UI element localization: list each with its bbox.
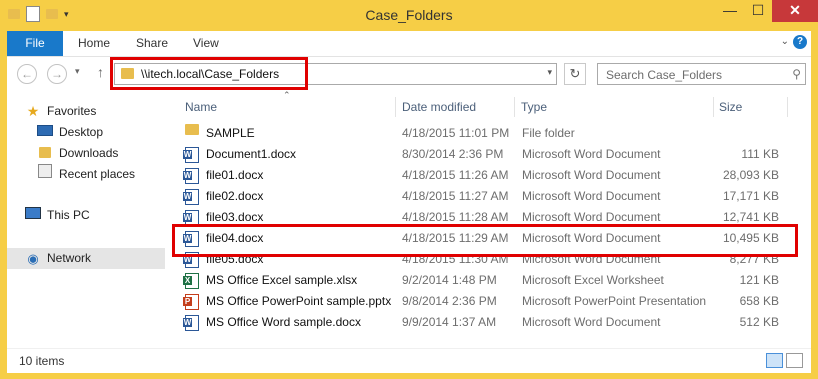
refresh-button[interactable]: ↻: [564, 63, 586, 85]
file-date: 9/2/2014 1:48 PM: [402, 273, 497, 287]
star-icon: ★: [26, 103, 40, 119]
item-count: 10 items: [19, 354, 65, 368]
column-divider[interactable]: [787, 97, 788, 117]
file-date: 4/18/2015 11:01 PM: [402, 126, 510, 140]
file-name: file02.docx: [206, 189, 264, 203]
file-size: 121 KB: [739, 273, 779, 287]
status-bar: 10 items: [7, 348, 811, 373]
close-button[interactable]: ✕: [772, 0, 818, 22]
table-row[interactable]: Wfile01.docx 4/18/2015 11:26 AM Microsoft …: [181, 165, 801, 186]
file-name: file01.docx: [206, 168, 264, 182]
expand-ribbon-icon[interactable]: ⌄: [781, 36, 789, 47]
file-type: Microsoft Word Document: [522, 168, 661, 182]
nav-desktop-label: Desktop: [59, 125, 104, 139]
address-dropdown-icon[interactable]: ▾: [547, 67, 552, 78]
file-date: 9/9/2014 1:37 AM: [402, 315, 497, 329]
maximize-button[interactable]: ☐: [744, 0, 772, 22]
file-name: SAMPLE: [206, 126, 255, 140]
file-list: Name ⌃ Date modified Type Size SAMPLE 4/1…: [165, 90, 811, 348]
nav-downloads[interactable]: Downloads: [37, 143, 118, 164]
recent-locations-icon[interactable]: ▾: [75, 66, 80, 77]
file-type: Microsoft Word Document: [522, 147, 661, 161]
table-row[interactable]: SAMPLE 4/18/2015 11:01 PM File folder: [181, 123, 801, 144]
sort-ascending-icon: ⌃: [283, 90, 291, 100]
computer-icon: [25, 205, 41, 226]
large-icons-view-button[interactable]: [786, 353, 803, 368]
nav-network[interactable]: ◉ Network: [7, 248, 165, 269]
nav-downloads-label: Downloads: [59, 146, 119, 160]
nav-recent-label: Recent places: [59, 167, 136, 181]
downloads-icon: [37, 143, 53, 164]
nav-recent-places[interactable]: Recent places: [37, 164, 135, 185]
file-size: 17,171 KB: [722, 189, 779, 203]
file-size: 512 KB: [739, 315, 779, 329]
file-type: Microsoft PowerPoint Presentation: [522, 294, 707, 308]
help-icon[interactable]: ?: [793, 35, 807, 49]
search-placeholder: Search Case_Folders: [606, 68, 723, 82]
nav-this-pc[interactable]: This PC: [25, 205, 90, 226]
nav-desktop[interactable]: Desktop: [37, 122, 103, 143]
tab-home[interactable]: Home: [78, 31, 110, 56]
column-type[interactable]: Type: [521, 96, 547, 118]
tab-share[interactable]: Share: [136, 31, 168, 56]
column-divider[interactable]: [395, 97, 396, 117]
file-type: Microsoft Word Document: [522, 315, 661, 329]
address-highlight-box: [110, 57, 308, 90]
tab-file[interactable]: File: [7, 31, 63, 56]
column-date-modified[interactable]: Date modified: [402, 96, 476, 118]
up-button[interactable]: ↑: [97, 64, 104, 80]
window-title: Case_Folders: [365, 7, 453, 23]
nav-favorites[interactable]: ★ Favorites: [25, 101, 97, 122]
ribbon-tabs: File Home Share View ⌄ ?: [7, 31, 811, 57]
file-name: Document1.docx: [206, 147, 297, 161]
explorer-window: ▾ Case_Folders — ☐ ✕ File Home Share Vie…: [0, 0, 818, 379]
scrollbar[interactable]: [799, 91, 811, 348]
file-date: 4/18/2015 11:27 AM: [402, 189, 509, 203]
table-row[interactable]: W Document1.docx 8/30/2014 2:36 PM Microsof…: [181, 144, 801, 165]
file-size: 658 KB: [739, 294, 779, 308]
file-type: File folder: [522, 126, 575, 140]
nav-thispc-label: This PC: [47, 208, 90, 222]
file-date: 9/8/2014 2:36 PM: [402, 294, 497, 308]
desktop-icon: [37, 122, 53, 143]
file04-highlight-box: [172, 224, 798, 257]
column-name[interactable]: Name: [185, 96, 217, 118]
nav-network-label: Network: [47, 251, 92, 265]
table-row[interactable]: W MS Office Word sample.docx 9/9/2014 1:37…: [181, 312, 801, 333]
details-view-button[interactable]: [766, 353, 783, 368]
column-divider[interactable]: [514, 97, 515, 117]
table-row[interactable]: P MS Office PowerPoint sample.pptx 9/8/201…: [181, 291, 801, 312]
search-icon[interactable]: ⚲: [792, 67, 801, 81]
table-row[interactable]: X MS Office Excel sample.xlsx 9/2/2014 1:4…: [181, 270, 801, 291]
column-divider[interactable]: [713, 97, 714, 117]
tab-view[interactable]: View: [193, 31, 219, 56]
file-name: MS Office Word sample.docx: [206, 315, 361, 329]
search-input[interactable]: Search Case_Folders ⚲: [597, 63, 806, 85]
file-date: 8/30/2014 2:36 PM: [402, 147, 504, 161]
file-size: 111 KB: [741, 147, 779, 161]
title-bar: ▾ Case_Folders — ☐ ✕: [0, 0, 818, 31]
forward-button[interactable]: →: [47, 64, 67, 84]
file-size: 28,093 KB: [722, 168, 779, 182]
file-date: 4/18/2015 11:26 AM: [402, 168, 509, 182]
file-name: MS Office Excel sample.xlsx: [206, 273, 358, 287]
nav-favorites-label: Favorites: [47, 104, 97, 118]
network-icon: ◉: [27, 251, 39, 266]
minimize-button[interactable]: —: [716, 0, 744, 22]
file-name: MS Office PowerPoint sample.pptx: [206, 294, 392, 308]
back-button[interactable]: ←: [17, 64, 37, 84]
table-row[interactable]: Wfile02.docx 4/18/2015 11:27 AM Microsoft …: [181, 186, 801, 207]
file-type: Microsoft Excel Worksheet: [522, 273, 664, 287]
column-size[interactable]: Size: [719, 96, 742, 118]
recent-places-icon: [37, 164, 53, 185]
file-type: Microsoft Word Document: [522, 189, 661, 203]
navigation-pane: ★ Favorites Desktop Downloads Recent plac…: [7, 91, 166, 348]
